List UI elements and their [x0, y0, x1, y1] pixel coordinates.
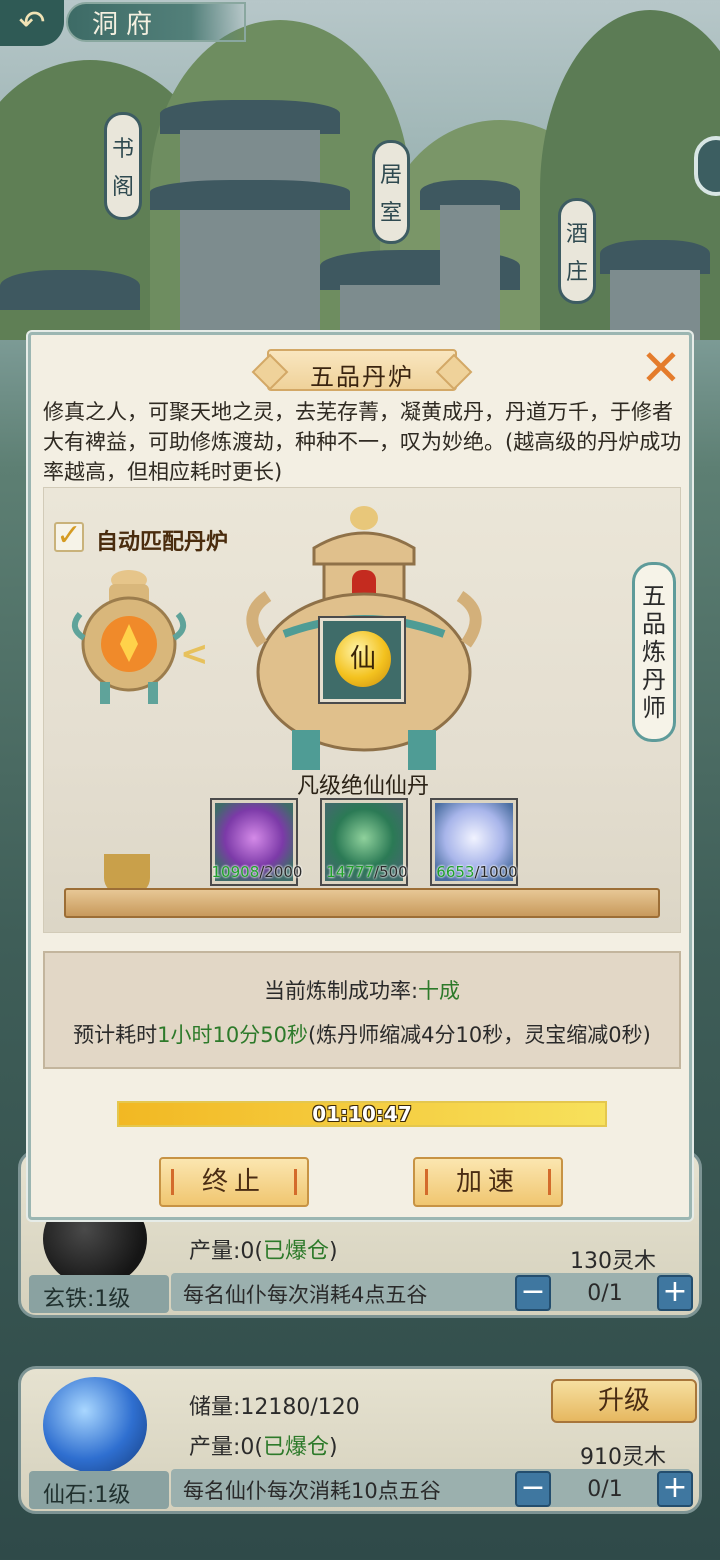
page-title: 洞府 — [92, 10, 161, 40]
wine-house-building — [610, 270, 700, 340]
countdown-timer: 01:10:47 — [312, 1102, 412, 1126]
sign-char: 酒 — [565, 222, 588, 247]
building-sign-winery[interactable]: 酒 庄 — [558, 198, 596, 304]
decrease-button[interactable]: − — [515, 1471, 551, 1507]
sign-char: 五 — [642, 582, 666, 610]
back-arrow-icon: ↶ — [18, 3, 46, 41]
stop-button[interactable]: 终止 — [159, 1157, 309, 1207]
sign-char: 室 — [379, 201, 402, 226]
sign-char: 书 — [111, 137, 134, 162]
sign-char: 阁 — [111, 175, 134, 200]
pagoda-roof — [160, 100, 340, 134]
material-count: 10908/2000 — [211, 863, 303, 881]
consumption-desc: 每名仙仆每次消耗4点五谷 — [183, 1283, 428, 1307]
upgrade-cost: 910灵木 — [580, 1445, 666, 1470]
checkmark-icon: ✓ — [56, 518, 82, 553]
material-slot-herb[interactable]: 14777/500 — [322, 800, 408, 884]
success-rate: 当前炼制成功率:十成 — [263, 979, 461, 1003]
alchemist-rank-sign[interactable]: 五 品 炼 丹 师 — [632, 562, 676, 742]
sign-char: 炼 — [642, 638, 666, 666]
wooden-shelf — [64, 888, 660, 918]
increase-button[interactable]: + — [657, 1275, 693, 1311]
sign-char: 居 — [379, 163, 402, 188]
output-line: 产量:0(已爆仓) — [189, 1435, 338, 1460]
close-button[interactable]: ✕ — [637, 343, 685, 393]
building-sign-residence[interactable]: 居 室 — [372, 140, 410, 244]
material-count: 6653/1000 — [436, 863, 518, 881]
pill-name: 凡级绝仙仙丹 — [296, 774, 429, 799]
pagoda-roof — [150, 180, 350, 210]
estimated-time: 预计耗时1小时10分50秒(炼丹师缩减4分10秒，灵宝缩减0秒) — [73, 1023, 651, 1047]
chevron-left-icon[interactable]: < — [180, 634, 209, 674]
material-slot-lotus[interactable]: 6653/1000 — [432, 800, 518, 884]
worker-count: 0/1 — [587, 1477, 623, 1502]
resource-name: 仙石:1级 — [43, 1483, 131, 1508]
auto-match-label: 自动匹配丹炉 — [96, 530, 229, 555]
sign-char: 丹 — [642, 666, 666, 694]
increase-button[interactable]: + — [657, 1471, 693, 1507]
tower-building — [440, 205, 500, 285]
wine-house-roof — [600, 240, 710, 274]
sign-char: 品 — [642, 610, 666, 638]
output-line: 产量:0(已爆仓) — [189, 1239, 338, 1264]
speed-up-button[interactable]: 加速 — [413, 1157, 563, 1207]
dialog-title-plate: 五品丹炉 — [267, 349, 457, 391]
material-count: 14777/500 — [326, 863, 408, 881]
capacity-line: 储量:12180/120 — [189, 1395, 360, 1420]
top-bar: ↶ 洞府 — [0, 0, 720, 48]
left-house-roof — [0, 270, 140, 310]
building-sign-library[interactable]: 书 阁 — [104, 112, 142, 220]
consumption-desc: 每名仙仆每次消耗10点五谷 — [183, 1479, 441, 1503]
refine-info-box: 当前炼制成功率:十成 预计耗时1小时10分50秒(炼丹师缩减4分10秒，灵宝缩减… — [43, 951, 681, 1069]
pagoda-building — [180, 130, 320, 340]
resource-panel-spirit-stone: 储量:12180/120 产量:0(已爆仓) 升级 910灵木 仙石:1级 每名… — [18, 1366, 702, 1514]
resource-name: 玄铁:1级 — [43, 1287, 131, 1312]
close-x-icon: ✕ — [640, 339, 682, 397]
side-menu-button[interactable] — [694, 136, 720, 196]
sign-char: 庄 — [565, 260, 588, 285]
auto-match-checkbox[interactable]: ✓ — [54, 521, 84, 552]
upgrade-button[interactable]: 升级 — [551, 1379, 697, 1423]
immortal-pill-icon: 仙 — [335, 631, 391, 687]
sign-char: 师 — [642, 694, 666, 722]
back-button[interactable]: ↶ — [0, 0, 64, 46]
previous-furnace-icon[interactable] — [64, 558, 194, 708]
worker-count: 0/1 — [587, 1281, 623, 1306]
refine-progress-bar: 01:10:47 — [117, 1101, 607, 1127]
material-slot-orchid[interactable]: 10908/2000 — [212, 800, 302, 884]
pill-slot[interactable]: 仙 — [320, 618, 404, 702]
furnace-stage: ✓ 自动匹配丹炉 < 仙 五 品 炼 丹 师 凡级绝仙仙丹 10908/2000… — [43, 487, 681, 933]
spirit-stone-icon — [43, 1377, 147, 1473]
upgrade-cost: 130灵木 — [570, 1249, 656, 1274]
furnace-description: 修真之人，可聚天地之灵，去芜存菁，凝黄成丹，丹道万千，于修者大有裨益，可助修炼渡… — [43, 400, 682, 484]
decrease-button[interactable]: − — [515, 1275, 551, 1311]
dialog-title: 五品丹炉 — [310, 363, 414, 391]
furnace-dialog: 五品丹炉 ✕ 修真之人，可聚天地之灵，去芜存菁，凝黄成丹，丹道万千，于修者大有裨… — [28, 332, 692, 1220]
